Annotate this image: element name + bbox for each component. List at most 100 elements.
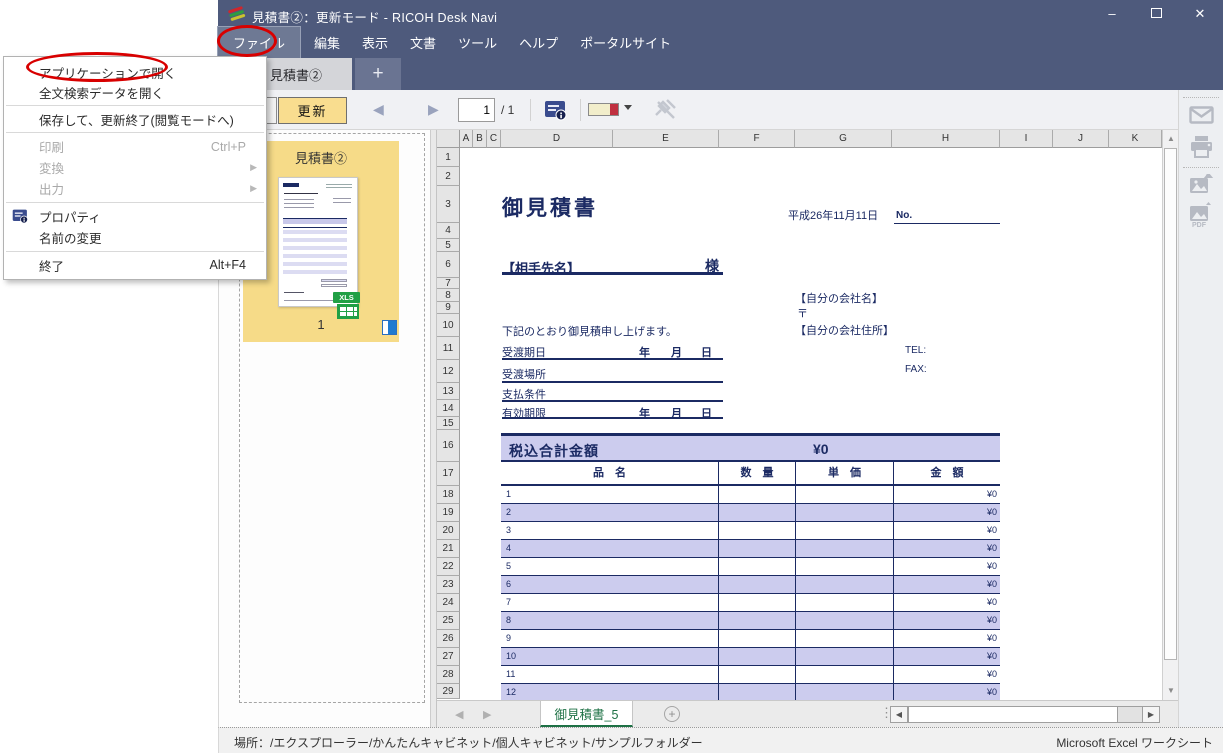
doc-field-underline <box>502 358 723 360</box>
window-title: 見積書②：更新モード - RICOH Desk Navi <box>252 7 497 26</box>
location-path: 場所：/エクスプローラー/かんたんキャビネット/個人キャビネット/サンプルフォル… <box>234 734 703 751</box>
spreadsheet-pane: ABCDEFGHIJK 1234567891011121314151617181… <box>437 130 1162 700</box>
sheet-tab-active[interactable]: 御見積書_5 <box>540 701 633 727</box>
menubar-item-1[interactable]: 編集 <box>303 27 351 58</box>
file-menu-item-3[interactable]: 保存して、更新終了(閲覧モードへ) <box>4 109 266 129</box>
file-menu-item-1[interactable]: 全文検索データを開く <box>4 82 266 102</box>
prev-page-icon: ◀ <box>373 101 384 118</box>
menubar-item-5[interactable]: ヘルプ <box>508 27 569 58</box>
menubar-item-6[interactable]: ポータルサイト <box>569 27 682 58</box>
doc-title: 御見積書 <box>502 192 598 222</box>
file-menu-dropdown: アプリケーションで開く全文検索データを開く保存して、更新終了(閲覧モードへ)印刷… <box>3 56 267 280</box>
item-col-header-3: 金 額 <box>893 462 1000 484</box>
vertical-scroll-thumb[interactable] <box>1164 148 1177 660</box>
doc-field-underline <box>502 400 723 402</box>
file-type-label: Microsoft Excel ワークシート <box>1056 734 1213 751</box>
doc-total-band: 税込合計金額 ¥0 <box>501 433 1000 462</box>
column-header-F: F <box>719 130 795 148</box>
sheet-prev-icon: ◀ <box>455 708 463 721</box>
row-header-18: 18 <box>437 486 460 504</box>
row-header-8: 8 <box>437 289 460 302</box>
file-menu-item-12[interactable]: 終了Alt+F4 <box>4 255 266 275</box>
file-menu-item-9[interactable]: プロパティ <box>4 206 266 227</box>
file-menu-item-7: 出力▶ <box>4 178 266 199</box>
row-header-24: 24 <box>437 594 460 612</box>
column-header-E: E <box>613 130 719 148</box>
column-header-I: I <box>1000 130 1053 148</box>
scroll-up-icon[interactable]: ▲ <box>1163 131 1179 147</box>
next-page-icon: ▶ <box>428 101 439 118</box>
row-header-2: 2 <box>437 167 460 186</box>
close-button[interactable]: ✕ <box>1191 6 1209 22</box>
doc-total-label: 税込合計金額 <box>509 441 599 461</box>
row-header-11: 11 <box>437 337 460 360</box>
row-header-6: 6 <box>437 252 460 278</box>
update-mode-button[interactable]: 更新 <box>278 97 347 124</box>
column-header-G: G <box>795 130 892 148</box>
highlight-color-swatch[interactable] <box>588 103 619 116</box>
sheet-canvas: 御見積書 平成26年11月11日 No. 【相手先名】 様 【自分の会社名】 〒… <box>460 148 1162 700</box>
row-header-1: 1 <box>437 148 460 167</box>
hscroll-right-icon[interactable]: ▶ <box>1142 707 1159 722</box>
item-col-header-1: 数 量 <box>718 462 795 484</box>
row-header-15: 15 <box>437 417 460 430</box>
item-row-8: 8¥0 <box>501 612 1000 630</box>
highlight-dropdown-icon[interactable] <box>624 105 632 110</box>
row-header-23: 23 <box>437 576 460 594</box>
column-header-B: B <box>473 130 487 148</box>
row-header-21: 21 <box>437 540 460 558</box>
add-sheet-button[interactable]: + <box>664 706 680 722</box>
row-header-5: 5 <box>437 239 460 252</box>
doc-company-name: 【自分の会社名】 <box>795 290 883 306</box>
item-row-2: 2¥0 <box>501 504 1000 522</box>
document-tab-bar: 見積書② + <box>218 58 1223 90</box>
minimize-button[interactable]: – <box>1103 6 1121 21</box>
doc-no-label: No. <box>896 210 912 221</box>
send-mail-icon <box>1189 106 1214 130</box>
hscroll-left-icon[interactable]: ◀ <box>891 707 908 722</box>
row-header-13: 13 <box>437 383 460 400</box>
file-menu-item-10[interactable]: 名前の変更 <box>4 227 266 248</box>
row-header-19: 19 <box>437 504 460 522</box>
panel-splitter[interactable] <box>430 130 437 727</box>
item-row-6: 6¥0 <box>501 576 1000 594</box>
doc-fax-label: FAX: <box>905 364 927 375</box>
image-export-icon <box>1189 174 1215 201</box>
pdf-export-icon: PDF <box>1189 202 1215 233</box>
row-header-25: 25 <box>437 612 460 630</box>
submenu-arrow-icon: ▶ <box>250 162 257 173</box>
row-header-27: 27 <box>437 648 460 666</box>
item-row-1: 1¥0 <box>501 486 1000 504</box>
maximize-button[interactable] <box>1147 6 1165 21</box>
column-header-C: C <box>487 130 501 148</box>
status-bar: 場所：/エクスプローラー/かんたんキャビネット/個人キャビネット/サンプルフォル… <box>218 727 1223 753</box>
column-header-A: A <box>460 130 473 148</box>
menubar-item-2[interactable]: 表示 <box>351 27 399 58</box>
page-number-input[interactable] <box>458 98 495 122</box>
vertical-scrollbar[interactable]: ▲ ▼ <box>1162 130 1178 700</box>
stamp-disabled-icon <box>654 98 678 127</box>
row-header-28: 28 <box>437 666 460 684</box>
item-col-header-2: 単 価 <box>795 462 893 484</box>
right-action-bar: PDF <box>1178 90 1223 727</box>
menubar-item-3[interactable]: 文書 <box>399 27 447 58</box>
column-header-H: H <box>892 130 1000 148</box>
item-row-5: 5¥0 <box>501 558 1000 576</box>
menubar-item-4[interactable]: ツール <box>447 27 508 58</box>
item-row-11: 11¥0 <box>501 666 1000 684</box>
column-header-D: D <box>501 130 613 148</box>
item-table-header: 品 名数 量単 価金 額 <box>501 462 1000 486</box>
row-header-3: 3 <box>437 186 460 223</box>
row-headers: 1234567891011121314151617181920212223242… <box>437 148 460 699</box>
menu-separator <box>6 105 264 106</box>
horizontal-scroll-thumb[interactable] <box>908 707 1118 722</box>
new-tab-button[interactable]: + <box>355 58 401 90</box>
submenu-arrow-icon: ▶ <box>250 183 257 194</box>
app-window: 見積書②：更新モード - RICOH Desk Navi – ✕ ファイル編集表… <box>218 0 1223 753</box>
row-header-26: 26 <box>437 630 460 648</box>
doc-company-address: 【自分の会社住所】 <box>795 322 894 338</box>
properties-icon[interactable] <box>544 99 568 126</box>
file-menu-item-6: 変換▶ <box>4 157 266 178</box>
horizontal-scrollbar[interactable]: ◀ ▶ <box>890 706 1160 723</box>
scroll-down-icon[interactable]: ▼ <box>1163 683 1179 699</box>
